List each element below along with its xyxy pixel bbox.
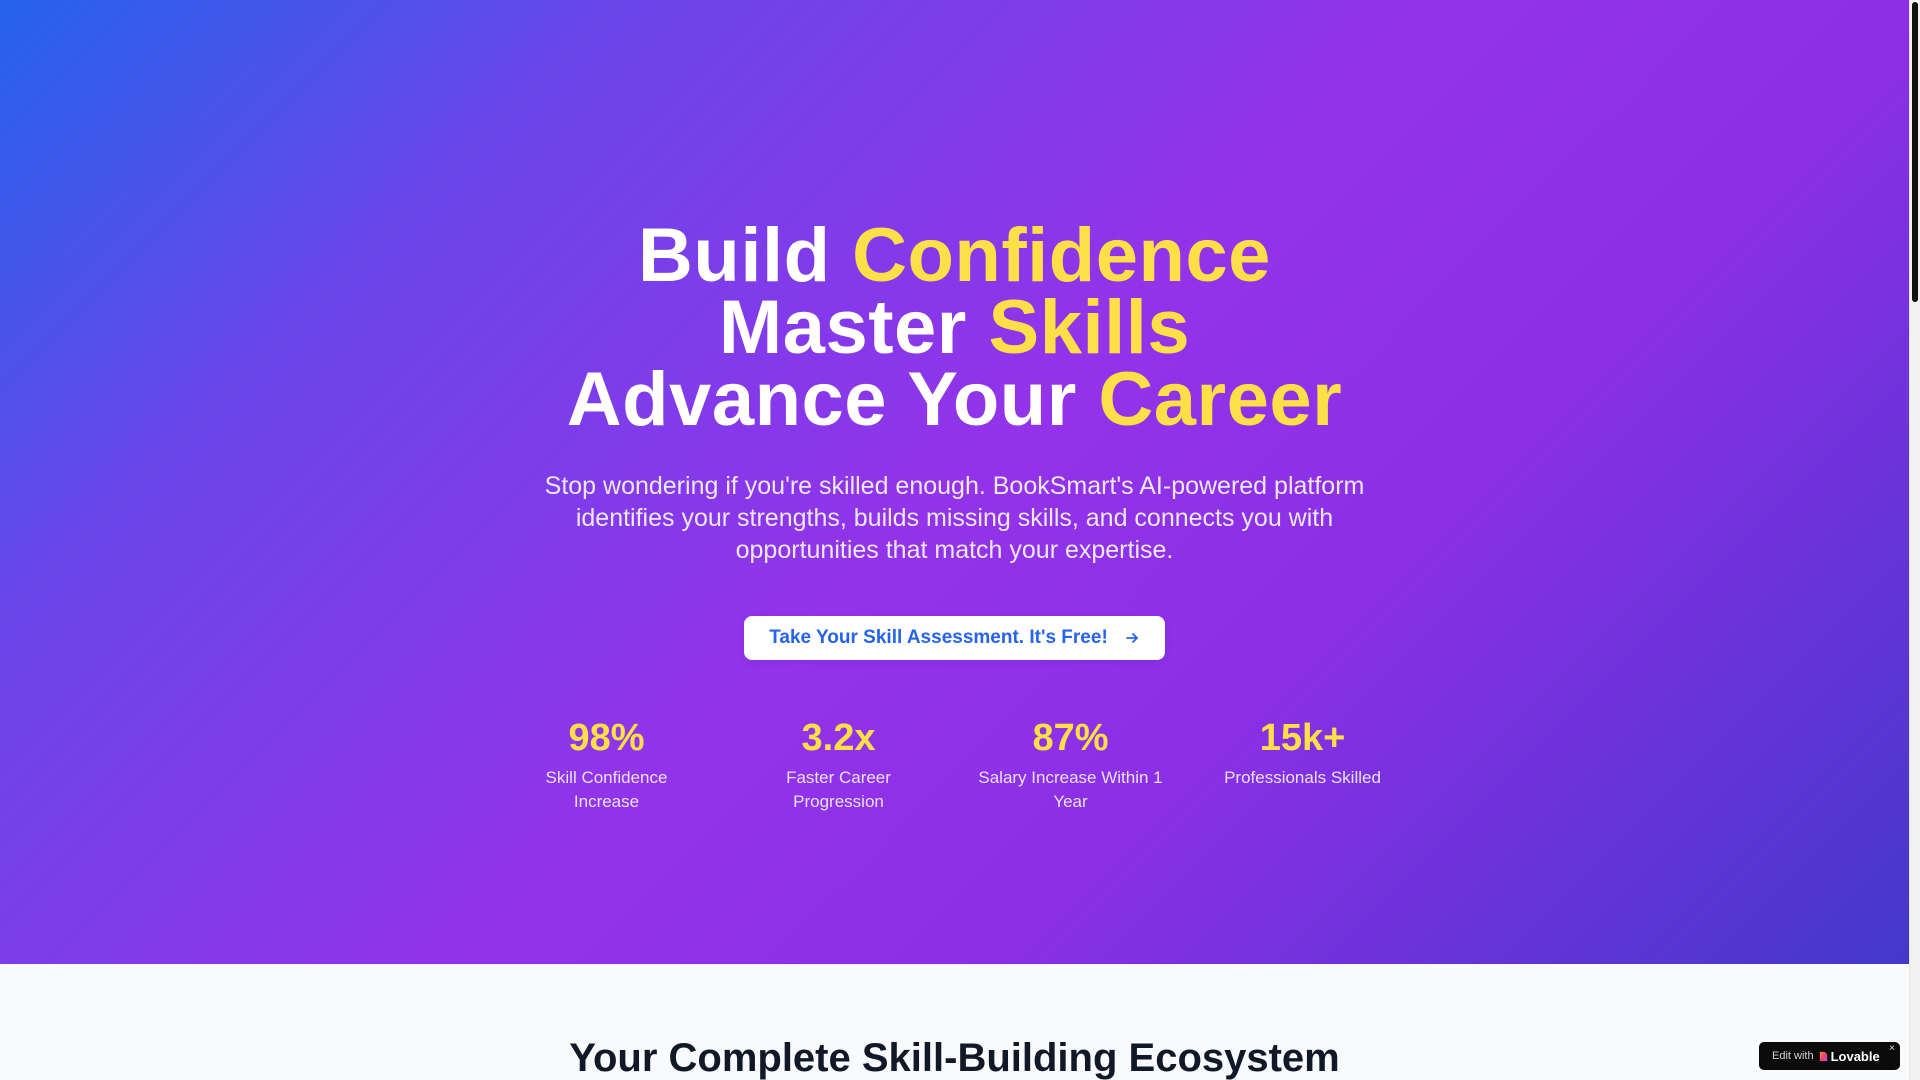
scrollbar-thumb[interactable]	[1912, 2, 1918, 302]
stat-label: Faster Career Progression	[786, 768, 891, 811]
badge-close-icon[interactable]: ×	[1889, 1044, 1895, 1054]
heart-icon	[1818, 1051, 1829, 1062]
headline-line-1: Build Confidence	[567, 218, 1342, 294]
stats-row: 98% Skill Confidence Increase 3.2x Faste…	[491, 716, 1419, 814]
headline-text: Advance Your	[566, 357, 1099, 442]
skill-assessment-button-label: Take Your Skill Assessment. It's Free!	[769, 627, 1108, 648]
badge-brand: Lovable	[1818, 1049, 1880, 1064]
page-scrollbar[interactable]	[1909, 0, 1920, 1080]
stat-item: 3.2x Faster Career Progression	[723, 716, 955, 814]
hero-section: Build Confidence Master Skills Advance Y…	[0, 0, 1909, 964]
stat-item: 15k+ Professionals Skilled	[1187, 716, 1419, 814]
headline-line-3: Advance Your Career	[567, 362, 1342, 438]
hero-subtitle: Stop wondering if you're skilled enough.…	[544, 472, 1365, 564]
stat-value: 3.2x	[801, 717, 876, 759]
skill-assessment-button[interactable]: Take Your Skill Assessment. It's Free!	[744, 616, 1165, 660]
badge-prefix: Edit with	[1772, 1050, 1814, 1062]
ecosystem-section-title: Your Complete Skill-Building Ecosystem	[569, 1036, 1340, 1080]
badge-brand-label: Lovable	[1830, 1048, 1880, 1064]
arrow-right-icon	[1124, 630, 1140, 646]
stat-item: 87% Salary Increase Within 1 Year	[955, 716, 1187, 814]
stat-label: Professionals Skilled	[1224, 768, 1381, 787]
headline-line-2: Master Skills	[567, 290, 1342, 366]
stat-label: Skill Confidence Increase	[545, 768, 668, 811]
edit-with-lovable-badge[interactable]: Edit with Lovable ×	[1759, 1042, 1900, 1070]
stat-item: 98% Skill Confidence Increase	[491, 716, 723, 814]
stat-value: 15k+	[1259, 717, 1346, 759]
headline-highlight: Career	[1098, 357, 1343, 442]
hero-headline: Build Confidence Master Skills Advance Y…	[567, 218, 1342, 438]
stat-label: Salary Increase Within 1 Year	[978, 768, 1163, 811]
stat-value: 98%	[568, 717, 645, 759]
stat-value: 87%	[1032, 717, 1109, 759]
